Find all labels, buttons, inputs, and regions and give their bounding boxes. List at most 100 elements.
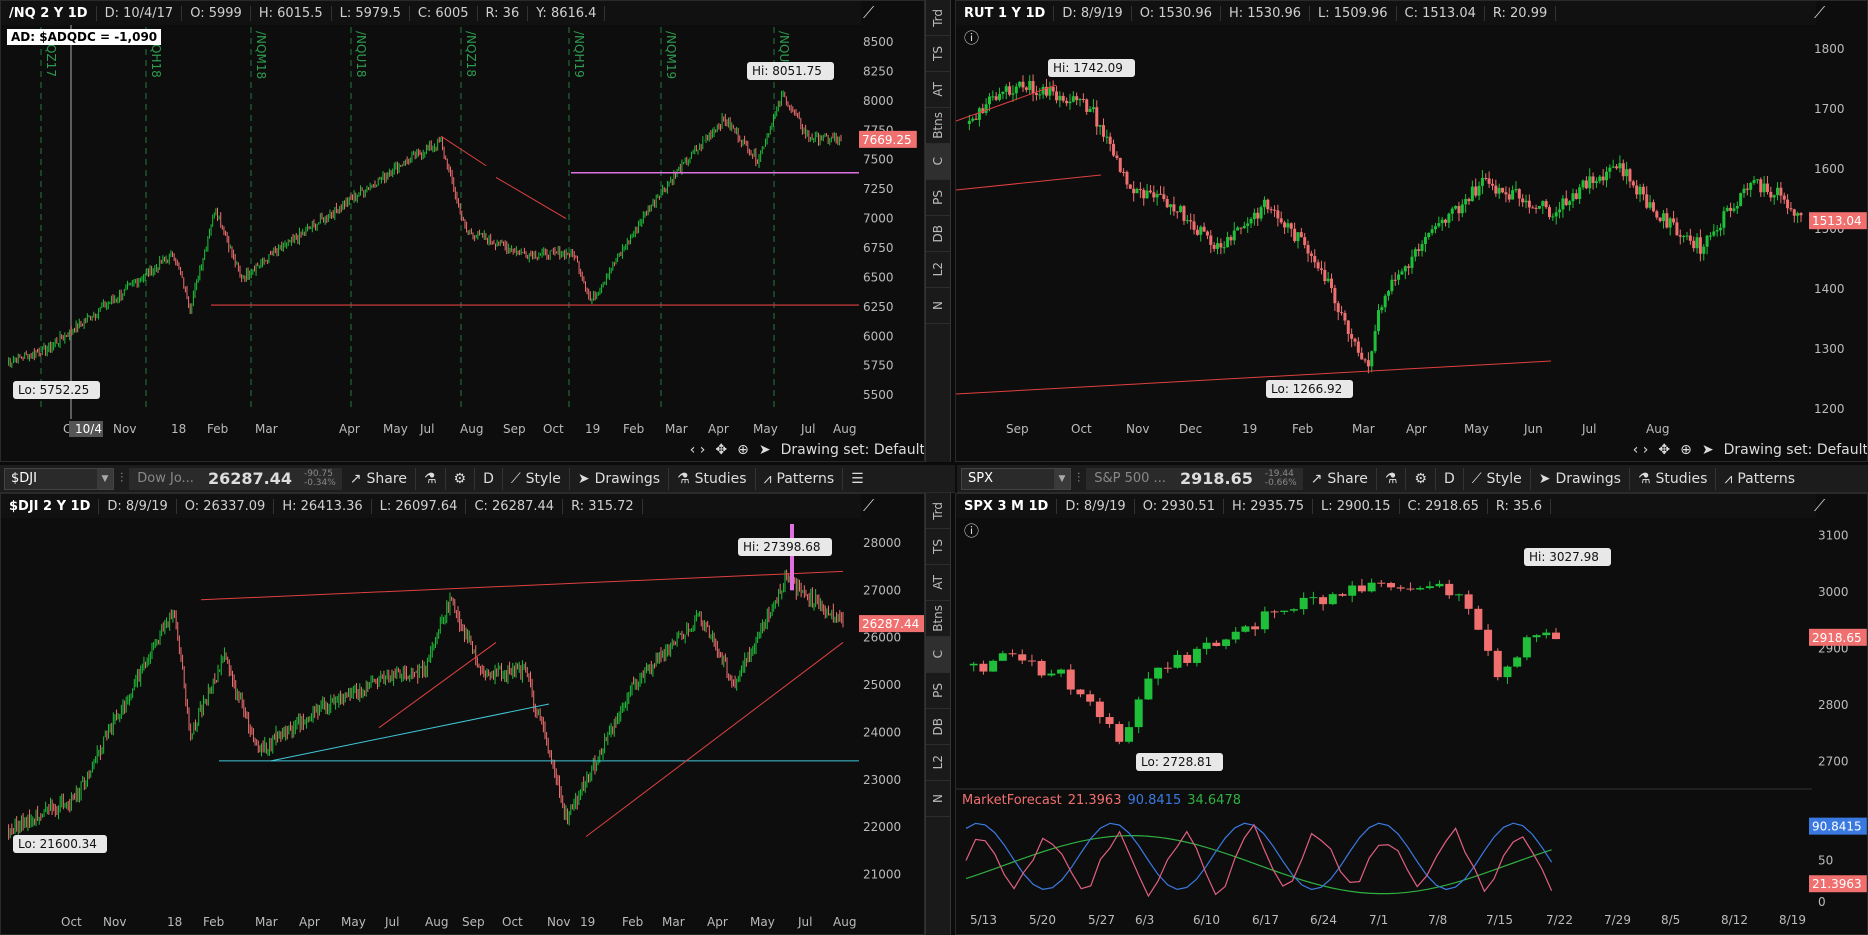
side-tab[interactable]: TS — [926, 529, 950, 565]
spx-chart-panel[interactable]: SPX 3 M 1D D: 8/9/19 O: 2930.51 H: 2935.… — [955, 493, 1868, 935]
last-price: 2918.65 — [1173, 467, 1259, 490]
studies-button[interactable]: ⚗ Studies — [669, 467, 756, 490]
drawing-set[interactable]: Drawing set: Default — [781, 442, 924, 458]
indicator-tag-pink: 21.3963 — [1812, 877, 1862, 891]
x-axis-tick: 19 — [1242, 422, 1257, 436]
drawings-button[interactable]: ➤ Drawings — [1531, 467, 1630, 490]
drawing-set[interactable]: Drawing set: Default — [1724, 442, 1867, 458]
contract-marker-label: /NQZ18 — [464, 31, 478, 77]
side-tab[interactable]: L2 — [926, 252, 950, 288]
cursor-icon[interactable]: ➤ — [759, 442, 771, 458]
spx-price-chart[interactable]: ⓘHi: 3027.98Lo: 2728.8131003000290028002… — [956, 494, 1868, 935]
x-axis-tick: Apr — [299, 915, 320, 929]
flask-button[interactable]: ⚗ — [416, 467, 446, 490]
share-icon: ↗ — [1310, 470, 1323, 487]
symbol-description: Dow Jo... — [129, 467, 202, 490]
x-axis-tick: 7/8 — [1428, 913, 1447, 927]
scroll-arrows-icon[interactable]: ‹ › — [1633, 442, 1649, 458]
flask-button[interactable]: ⚗ — [1377, 467, 1407, 490]
style-icon: ⟋ — [1471, 470, 1482, 487]
pan-icon[interactable]: ✥ — [715, 442, 727, 458]
x-axis-tick: Feb — [623, 422, 644, 436]
trend-line — [956, 360, 1552, 395]
scroll-arrows-icon[interactable]: ‹ › — [690, 442, 706, 458]
x-axis-tick: Jul — [419, 422, 434, 436]
side-tab[interactable]: AT — [926, 565, 950, 601]
share-button[interactable]: ↗ Share — [342, 467, 416, 490]
side-tab[interactable]: N — [926, 288, 950, 324]
x-axis-tick: Nov — [103, 915, 126, 929]
patterns-button[interactable]: ⩘ Patterns — [756, 467, 844, 490]
link-icon[interactable]: ⫶ — [120, 471, 123, 486]
cursor-icon[interactable]: ➤ — [1702, 442, 1714, 458]
x-axis-tick: May — [753, 422, 778, 436]
indicator-line-blue — [965, 822, 1553, 891]
x-axis-tick: 7/22 — [1546, 913, 1573, 927]
side-tab[interactable]: PS — [926, 673, 950, 709]
lo-label: Lo: 21600.34 — [18, 837, 97, 851]
x-axis-tick: 5/27 — [1088, 913, 1115, 927]
side-tab[interactable]: AT — [926, 72, 950, 108]
y-axis-tick: 3100 — [1818, 528, 1849, 542]
nq-price-chart[interactable]: /NQZ17/NQH18/NQM18/NQU18/NQZ18/NQH19/NQM… — [1, 1, 925, 462]
flask-icon: ⚗ — [423, 470, 437, 487]
side-tab[interactable]: TS — [926, 36, 950, 72]
x-axis-tick: 19 — [580, 915, 595, 929]
trend-line — [495, 176, 567, 220]
resistance-line — [200, 570, 844, 601]
chart-settings-icon: ⟋ — [863, 496, 875, 515]
rut-chart-panel[interactable]: RUT 1 Y 1D D: 8/9/19 O: 1530.96 H: 1530.… — [955, 0, 1868, 462]
pan-icon[interactable]: ✥ — [1658, 442, 1670, 458]
side-tab[interactable]: Btns — [926, 108, 950, 144]
period-button[interactable]: D — [475, 467, 503, 490]
dji-price-chart[interactable]: Hi: 27398.68Lo: 21600.342800027000260002… — [1, 494, 925, 935]
dji-toolbar: $DJI ▼ ⫶ Dow Jo... 26287.44 -90.75 -0.34% … — [0, 465, 955, 493]
patterns-button[interactable]: ⩘ Patterns — [1716, 468, 1803, 490]
symbol-input[interactable]: SPX ▼ — [961, 467, 1071, 490]
style-button[interactable]: ⟋ Style — [503, 467, 570, 490]
indicator-value-green: 34.6478 — [1187, 793, 1241, 808]
side-tab[interactable]: PS — [926, 180, 950, 216]
side-tab-selected[interactable]: C — [926, 144, 950, 180]
y-axis-tick: 7000 — [863, 212, 894, 226]
chevron-down-icon[interactable]: ▼ — [97, 468, 113, 489]
side-tab[interactable]: DB — [926, 709, 950, 745]
menu-button[interactable]: ☰ — [843, 468, 872, 490]
symbol-input[interactable]: $DJI ▼ — [4, 467, 114, 490]
side-tab-selected[interactable]: C — [926, 637, 950, 673]
side-tab[interactable]: DB — [926, 216, 950, 252]
share-button[interactable]: ↗ Share — [1303, 467, 1377, 490]
dji-chart-panel[interactable]: $DJI 2 Y 1D D: 8/9/19 O: 26337.09 H: 264… — [0, 493, 925, 935]
side-tab[interactable]: Trd — [926, 493, 950, 529]
nq-chart-panel[interactable]: /NQ 2 Y 1D D: 10/4/17 O: 5999 H: 6015.5 … — [0, 0, 925, 462]
x-axis-tick: Mar — [665, 422, 688, 436]
price-change: -19.44 -0.66% — [1258, 467, 1303, 490]
y-axis-tick: 5500 — [863, 388, 894, 402]
side-tab[interactable]: L2 — [926, 745, 950, 781]
settings-button[interactable]: ⚙ — [446, 467, 476, 490]
period-button[interactable]: D — [1436, 467, 1464, 490]
lo-label: Lo: 1266.92 — [1271, 382, 1342, 396]
settings-button[interactable]: ⚙ — [1406, 467, 1436, 490]
x-axis-tick: May — [383, 422, 408, 436]
x-axis-tick: May — [1464, 422, 1489, 436]
x-axis-tick: Aug — [833, 422, 856, 436]
chart-settings-icon: ⟋ — [863, 3, 875, 22]
x-axis-tick: 6/24 — [1310, 913, 1337, 927]
side-tab[interactable]: Trd — [926, 0, 950, 36]
price-tag: 7669.25 — [862, 133, 912, 147]
indicator-name[interactable]: MarketForecast — [962, 793, 1062, 808]
style-button[interactable]: ⟋ Style — [1464, 467, 1531, 490]
side-tab[interactable]: Btns — [926, 601, 950, 637]
studies-button[interactable]: ⚗ Studies — [1630, 467, 1717, 490]
indicator-header: MarketForecast 21.3963 90.8415 34.6478 — [962, 793, 1241, 808]
side-tab[interactable]: N — [926, 781, 950, 817]
zoom-icon[interactable]: ⊕ — [1680, 442, 1692, 458]
zoom-icon[interactable]: ⊕ — [737, 442, 749, 458]
link-icon[interactable]: ⫶ — [1077, 471, 1080, 486]
rut-price-chart[interactable]: ⓘHi: 1742.09Lo: 1266.9218001700160015001… — [956, 1, 1868, 462]
drawings-button[interactable]: ➤ Drawings — [570, 467, 670, 490]
x-axis-tick: Mar — [1352, 422, 1375, 436]
chevron-down-icon[interactable]: ▼ — [1054, 468, 1070, 489]
contract-marker-label: /NQU18 — [354, 31, 368, 78]
